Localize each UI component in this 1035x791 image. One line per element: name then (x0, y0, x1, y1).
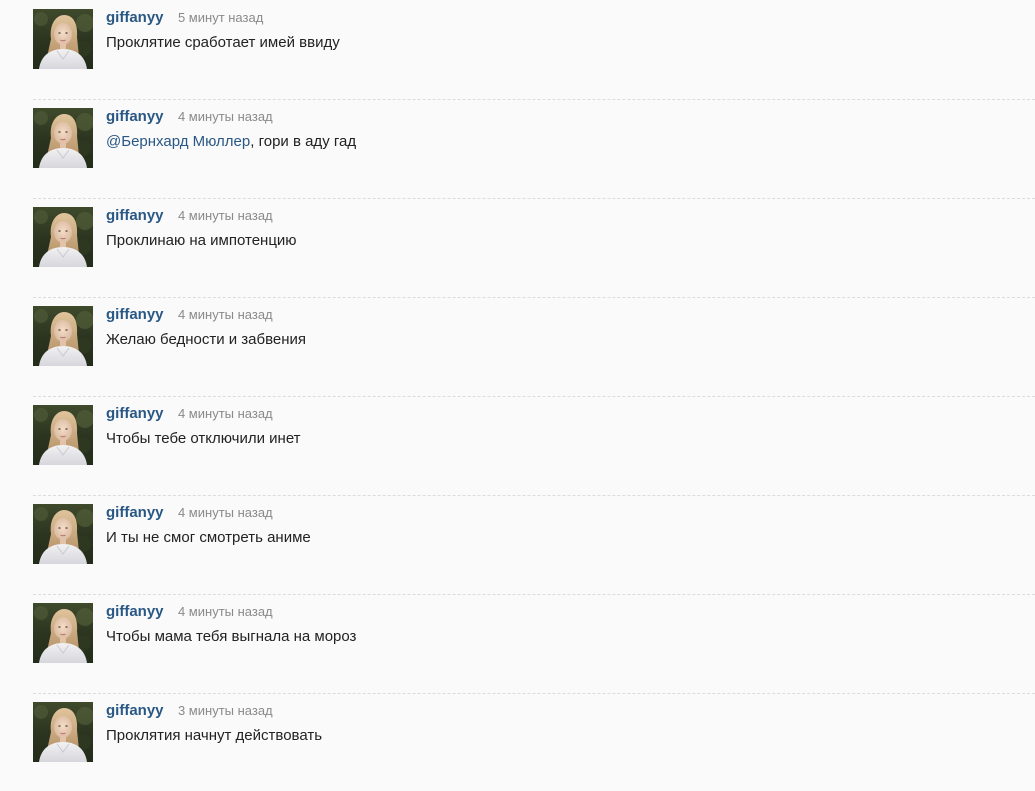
comment-meta: giffanyy 4 минуты назад (106, 405, 273, 425)
comment-text: И ты не смог смотреть аниме (106, 529, 311, 546)
comment-body: И ты не смог смотреть аниме (106, 529, 311, 546)
comment-feed: giffanyy 5 минут назад Проклятие сработа… (0, 0, 1035, 791)
comment-timestamp[interactable]: 4 минуты назад (178, 505, 273, 520)
comment-timestamp[interactable]: 4 минуты назад (178, 406, 273, 421)
comment-body: Проклинаю на импотенцию (106, 232, 297, 249)
comment-text: @Бернхард Мюллер, гори в аду гад (106, 133, 356, 150)
user-avatar-photo[interactable] (33, 306, 93, 366)
comment-text: Проклятия начнут действовать (106, 727, 322, 744)
username-link[interactable]: giffanyy (106, 306, 164, 323)
comment-body: Чтобы мама тебя выгнала на мороз (106, 628, 357, 645)
comment-divider (33, 495, 1035, 496)
comment-timestamp[interactable]: 3 минуты назад (178, 703, 273, 718)
comment-body: Чтобы тебе отключили инет (106, 430, 301, 447)
user-avatar-photo[interactable] (33, 405, 93, 465)
comment-body: Проклятия начнут действовать (106, 727, 323, 744)
comment-text: Чтобы тебе отключили инет (106, 430, 301, 447)
comment-item: giffanyy 4 минуты назад @Бернхард Мюллер… (0, 99, 1035, 197)
username-link[interactable]: giffanyy (106, 9, 164, 26)
comment-divider (33, 594, 1035, 595)
comment-item: giffanyy 4 минуты назад Чтобы мама тебя … (0, 594, 1035, 692)
comment-item: giffanyy 4 минуты назад Чтобы тебе отклю… (0, 396, 1035, 494)
comment-divider (33, 297, 1035, 298)
comment-body: Проклятие сработает имей ввиду (106, 34, 340, 51)
comment-item: giffanyy 4 минуты назад Желаю бедности и… (0, 297, 1035, 395)
user-avatar-photo[interactable] (33, 603, 93, 663)
comment-timestamp[interactable]: 4 минуты назад (178, 307, 273, 322)
username-link[interactable]: giffanyy (106, 504, 164, 521)
comment-timestamp[interactable]: 4 минуты назад (178, 109, 273, 124)
comment-text: Проклинаю на импотенцию (106, 232, 297, 249)
comment-divider (33, 198, 1035, 199)
comment-meta: giffanyy 5 минут назад (106, 9, 263, 29)
comment-meta: giffanyy 4 минуты назад (106, 603, 273, 623)
comment-meta: giffanyy 4 минуты назад (106, 306, 273, 326)
username-link[interactable]: giffanyy (106, 207, 164, 224)
comment-item: giffanyy 4 минуты назад И ты не смог смо… (0, 495, 1035, 593)
user-avatar-photo[interactable] (33, 9, 93, 69)
username-link[interactable]: giffanyy (106, 405, 164, 422)
user-avatar-photo[interactable] (33, 108, 93, 168)
comment-timestamp[interactable]: 5 минут назад (178, 10, 263, 25)
comment-text: Желаю бедности и забвения (106, 331, 306, 348)
comment-timestamp[interactable]: 4 минуты назад (178, 604, 273, 619)
comment-timestamp[interactable]: 4 минуты назад (178, 208, 273, 223)
user-avatar-photo[interactable] (33, 504, 93, 564)
username-link[interactable]: giffanyy (106, 603, 164, 620)
comment-divider (33, 99, 1035, 100)
comment-item: giffanyy 3 минуты назад Проклятия начнут… (0, 693, 1035, 791)
user-mention-link[interactable]: @Бернхард Мюллер (106, 133, 250, 150)
comment-text: Чтобы мама тебя выгнала на мороз (106, 628, 356, 645)
comment-text: Проклятие сработает имей ввиду (106, 34, 340, 51)
comment-body: , гори в аду гад (250, 133, 357, 150)
user-avatar-photo[interactable] (33, 207, 93, 267)
comment-meta: giffanyy 3 минуты назад (106, 702, 273, 722)
username-link[interactable]: giffanyy (106, 108, 164, 125)
username-link[interactable]: giffanyy (106, 702, 164, 719)
comment-meta: giffanyy 4 минуты назад (106, 207, 273, 227)
comment-divider (33, 693, 1035, 694)
comment-divider (33, 396, 1035, 397)
comment-meta: giffanyy 4 минуты назад (106, 504, 273, 524)
comment-item: giffanyy 5 минут назад Проклятие сработа… (0, 0, 1035, 98)
comment-item: giffanyy 4 минуты назад Проклинаю на имп… (0, 198, 1035, 296)
user-avatar-photo[interactable] (33, 702, 93, 762)
comment-meta: giffanyy 4 минуты назад (106, 108, 273, 128)
comment-body: Желаю бедности и забвения (106, 331, 307, 348)
